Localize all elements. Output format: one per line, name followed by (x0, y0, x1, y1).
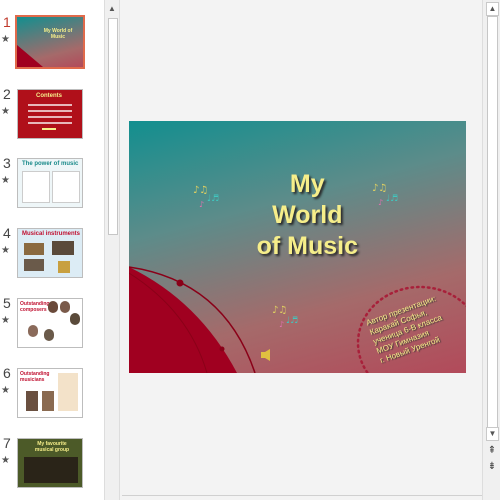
slide-thumbnail-7[interactable]: 7 ★ My favourite musical group (0, 435, 104, 500)
thumbnail-text-line (28, 122, 72, 124)
thumbnail-preview: Outstanding composers (17, 298, 83, 348)
slide-title-line: My (289, 170, 325, 198)
thumbnail-text-box (52, 171, 80, 203)
thumbnail-image (24, 243, 44, 255)
animation-star-icon: ★ (1, 385, 10, 396)
slide-number: 1 (3, 14, 11, 30)
slide-thumbnail-1[interactable]: 1 ★ My World of Music (0, 14, 104, 82)
thumbnail-red-shape (17, 45, 43, 67)
thumbnail-text-box (22, 171, 50, 203)
thumbnail-title: Outstanding composers (20, 301, 50, 313)
scroll-up-arrow-icon[interactable]: ▲ (107, 3, 117, 15)
current-slide[interactable]: ♪♫ ♩♬ ♪ ♪♫ ♩♬ ♪ ♪♫ ♩♬ ♪ My World of Musi… (129, 121, 466, 373)
animation-star-icon: ★ (1, 455, 10, 466)
animation-star-icon: ★ (1, 175, 10, 186)
thumbnail-text-line (28, 110, 72, 112)
thumbnail-title: Outstanding musicians (20, 371, 50, 383)
thumbnail-preview: My favourite musical group (17, 438, 83, 488)
scroll-thumb[interactable] (487, 16, 498, 428)
thumbnail-image (52, 241, 74, 255)
animation-star-icon: ★ (1, 245, 10, 256)
thumbnail-title: Musical instruments (22, 231, 81, 237)
thumbnail-image (24, 259, 44, 271)
thumbnail-title: My World of Music (43, 28, 73, 40)
slide-number: 2 (3, 86, 11, 102)
slide-editing-area: ♪♫ ♩♬ ♪ ♪♫ ♩♬ ♪ ♪♫ ♩♬ ♪ My World of Musi… (122, 0, 482, 500)
thumbnail-image (24, 457, 78, 483)
thumbnail-title: My favourite musical group (34, 441, 70, 453)
music-notes-icon: ♪ (378, 198, 383, 207)
thumbnail-preview: Outstanding musicians (17, 368, 83, 418)
music-notes-icon: ♪ (279, 320, 284, 329)
animation-star-icon: ★ (1, 34, 10, 45)
scroll-up-arrow-icon[interactable]: ▲ (486, 2, 499, 16)
scroll-down-arrow-icon[interactable]: ▼ (486, 427, 499, 441)
slide-thumbnail-4[interactable]: 4 ★ Musical instruments (0, 225, 104, 293)
status-divider (122, 495, 482, 496)
music-notes-icon: ♪ (199, 200, 204, 209)
thumbnail-preview: Contents (17, 89, 83, 139)
thumbnail-portrait (28, 325, 38, 337)
music-notes-icon: ♪♫ (372, 183, 387, 194)
thumbnail-text-box (58, 373, 78, 411)
thumbnail-portrait (26, 391, 38, 411)
music-notes-icon: ♩♬ (286, 316, 298, 326)
thumbnail-portrait (44, 329, 54, 341)
thumbnail-portrait (70, 313, 80, 325)
decorative-dot (176, 279, 184, 287)
thumbnail-title: Contents (36, 93, 62, 99)
thumbnail-preview: My World of Music (15, 15, 85, 69)
thumbnail-text-line (42, 128, 56, 130)
slide-number: 7 (3, 435, 11, 451)
slide-number: 3 (3, 155, 11, 171)
thumbnail-portrait (48, 301, 58, 313)
music-notes-icon: ♪♫ (272, 305, 287, 316)
slide-scrollbar[interactable]: ▲ ▼ ⇞ ⇟ (482, 0, 500, 500)
slide-number: 4 (3, 225, 11, 241)
animation-star-icon: ★ (1, 315, 10, 326)
thumbnail-portrait (42, 391, 54, 411)
music-notes-icon: ♩♬ (386, 194, 398, 204)
thumbnail-text-line (28, 116, 72, 118)
slide-title-line: World (272, 201, 343, 229)
slide-thumbnail-3[interactable]: 3 ★ The power of music (0, 155, 104, 223)
previous-slide-icon[interactable]: ⇞ (485, 446, 499, 456)
thumbnail-title: The power of music (22, 161, 79, 167)
scroll-thumb[interactable] (108, 18, 118, 235)
thumbnail-image (58, 261, 70, 273)
slide-thumbnail-6[interactable]: 6 ★ Outstanding musicians (0, 365, 104, 433)
animation-star-icon: ★ (1, 106, 10, 117)
slide-thumbnail-5[interactable]: 5 ★ Outstanding composers (0, 295, 104, 363)
slide-title: My World of Music (257, 169, 358, 262)
thumbnail-text-line (28, 104, 72, 106)
slide-number: 5 (3, 295, 11, 311)
thumbnail-portrait (60, 301, 70, 313)
speaker-icon (261, 349, 270, 361)
thumbnail-preview: The power of music (17, 158, 83, 208)
music-notes-icon: ♩♬ (207, 194, 219, 204)
next-slide-icon[interactable]: ⇟ (485, 462, 499, 472)
slide-thumbnail-pane: 1 ★ My World of Music 2 ★ Contents 3 ★ T… (0, 0, 104, 500)
thumbnail-preview: Musical instruments (17, 228, 83, 278)
thumbnail-scrollbar[interactable]: ▲ (104, 0, 120, 500)
slide-title-line: of Music (256, 232, 358, 260)
slide-thumbnail-2[interactable]: 2 ★ Contents (0, 86, 104, 154)
slide-number: 6 (3, 365, 11, 381)
decorative-dot (219, 346, 225, 352)
